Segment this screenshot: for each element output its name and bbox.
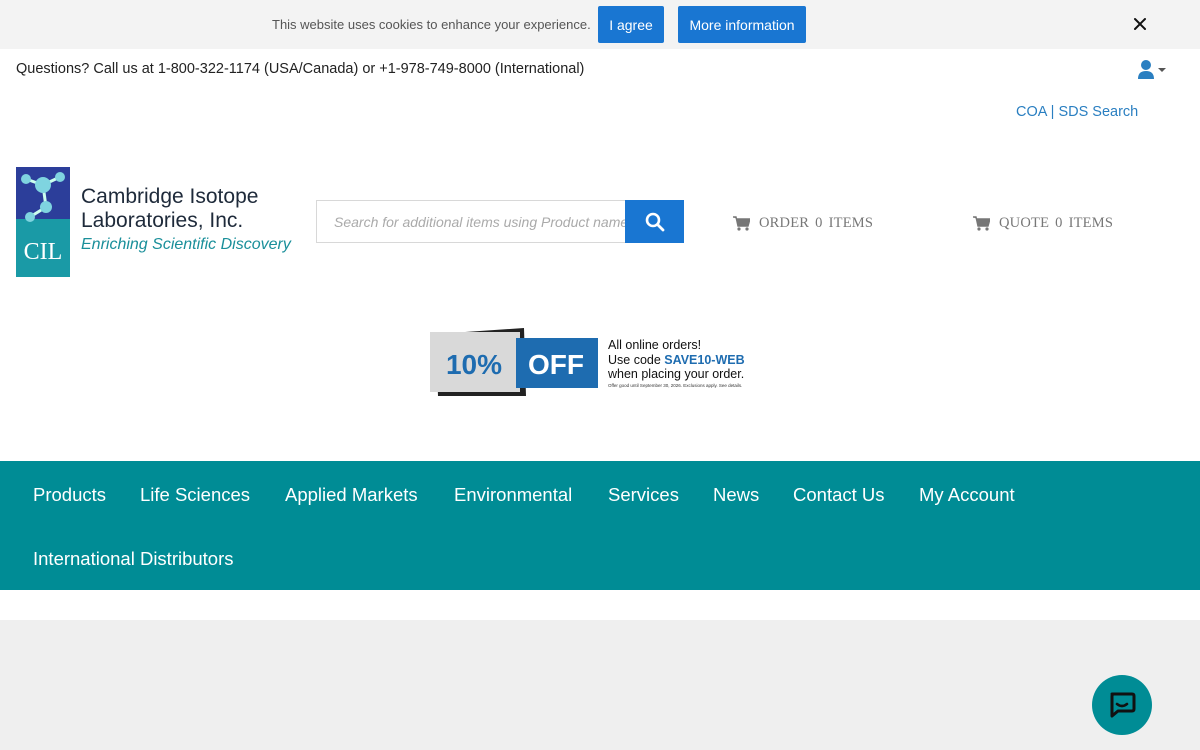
nav-item-contact-us[interactable]: Contact Us (793, 484, 885, 506)
promo-fine-print: Offer good until September 30, 2026. Exc… (608, 383, 743, 388)
promo-line-1: All online orders! (608, 338, 702, 352)
chat-icon (1110, 692, 1136, 718)
logo-mark-text: CIL (24, 239, 63, 265)
logo-name-line-2: Laboratories, Inc. (81, 209, 244, 232)
promo-code-prefix: Use code (608, 352, 665, 367)
cart-icon (733, 215, 750, 231)
close-icon[interactable] (1130, 14, 1150, 34)
search-button[interactable] (625, 200, 684, 243)
cookie-banner: This website uses cookies to enhance you… (0, 0, 1200, 49)
order-suffix: ITEMS (828, 214, 874, 231)
company-logo[interactable]: CIL Cambridge Isotope Laboratories, Inc.… (16, 167, 291, 277)
coa-sds-search-link[interactable]: COA | SDS Search (1016, 104, 1138, 120)
main-navigation: Products Life Sciences Applied Markets E… (0, 461, 1200, 590)
promo-text: All online orders! Use code SAVE10-WEB w… (608, 338, 745, 382)
page-content-area (0, 620, 1200, 750)
chat-button[interactable] (1092, 675, 1152, 735)
nav-item-products[interactable]: Products (33, 484, 106, 506)
quote-suffix: ITEMS (1068, 214, 1114, 231)
promo-code: SAVE10-WEB (664, 352, 745, 367)
order-cart-link[interactable]: ORDER 0 ITEMS (733, 212, 873, 234)
nav-item-news[interactable]: News (713, 484, 759, 506)
agree-button[interactable]: I agree (598, 6, 664, 43)
promo-off: OFF (528, 349, 584, 380)
order-count: 0 (815, 214, 823, 231)
promo-percent: 10% (446, 349, 502, 380)
logo-company-name: Cambridge Isotope Laboratories, Inc. (81, 185, 258, 233)
quote-label: QUOTE (999, 214, 1050, 231)
nav-item-international-distributors[interactable]: International Distributors (33, 548, 234, 570)
nav-item-my-account[interactable]: My Account (919, 484, 1015, 506)
promo-line-3: when placing your order. (608, 367, 745, 381)
logo-name-line-1: Cambridge Isotope (81, 185, 259, 208)
logo-mark: CIL (16, 167, 70, 277)
quote-count: 0 (1055, 214, 1063, 231)
promo-banner[interactable]: 10% OFF All online orders! Use code SAVE… (428, 328, 768, 400)
user-icon[interactable] (1137, 59, 1169, 81)
cookie-message: This website uses cookies to enhance you… (272, 17, 591, 32)
nav-item-applied-markets[interactable]: Applied Markets (285, 484, 418, 506)
contact-phone-text: Questions? Call us at 1-800-322-1174 (US… (16, 61, 585, 77)
nav-item-services[interactable]: Services (608, 484, 679, 506)
more-information-button[interactable]: More information (678, 6, 806, 43)
promo-line-2: Use code SAVE10-WEB (608, 353, 745, 368)
search-input[interactable] (316, 200, 626, 243)
promo-graphic: 10% OFF (430, 328, 598, 396)
nav-item-life-sciences[interactable]: Life Sciences (140, 484, 250, 506)
order-label: ORDER (759, 214, 810, 231)
cart-icon (973, 215, 990, 231)
search-icon (645, 212, 664, 231)
logo-tagline: Enriching Scientific Discovery (81, 236, 291, 253)
nav-item-environmental[interactable]: Environmental (454, 484, 572, 506)
quote-cart-link[interactable]: QUOTE 0 ITEMS (973, 212, 1113, 234)
